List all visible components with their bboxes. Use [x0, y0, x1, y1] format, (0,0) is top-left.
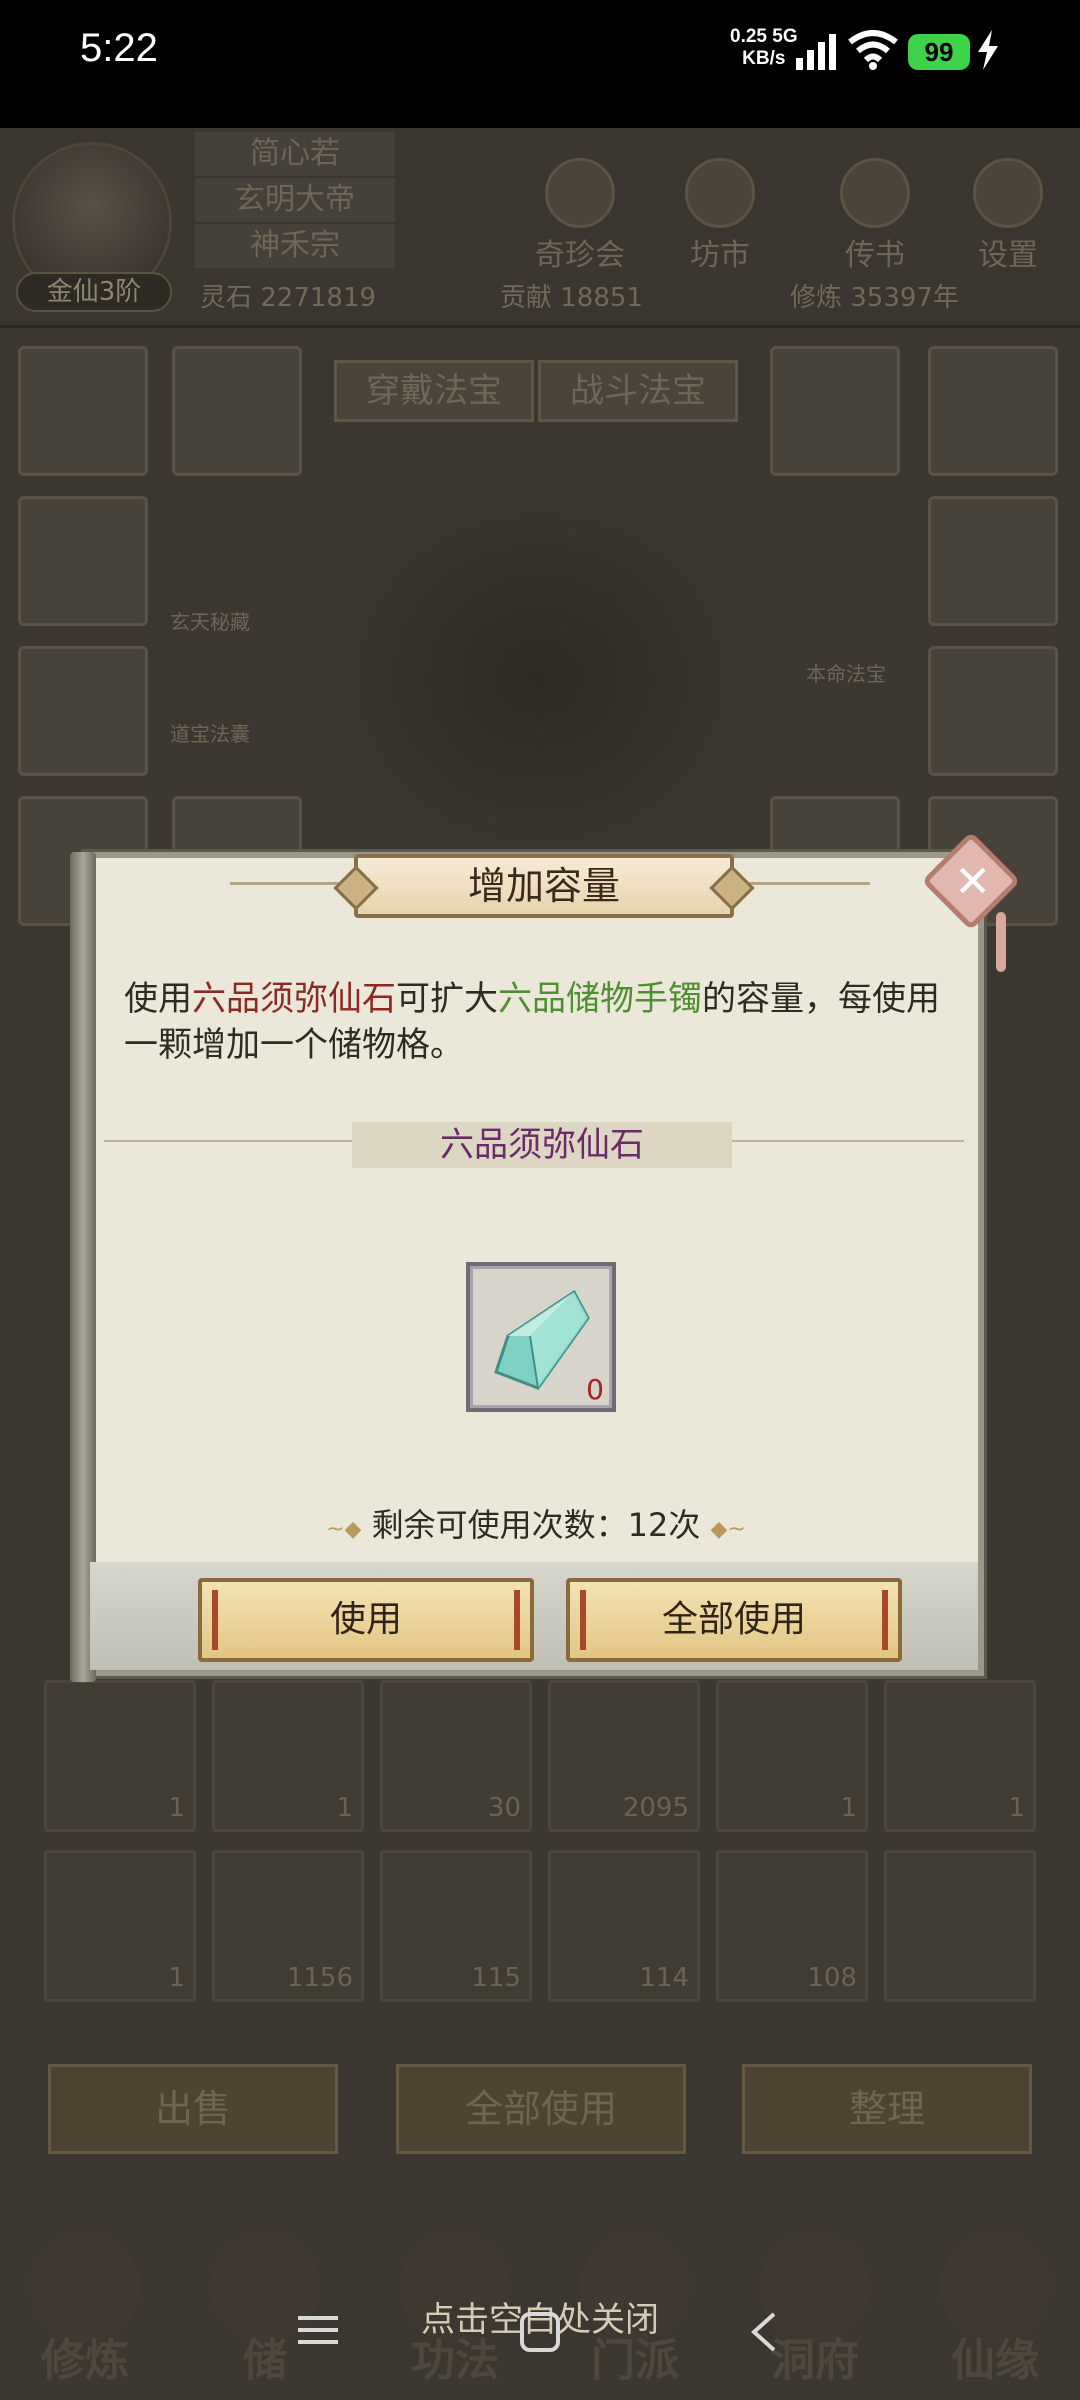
inventory-cell[interactable]: 2095 — [548, 1680, 700, 1832]
side-label-life-treasure[interactable]: 本命法宝 — [806, 658, 886, 687]
tab-battle-treasure[interactable]: 战斗法宝 — [538, 360, 738, 422]
inventory-cell[interactable]: 1 — [716, 1680, 868, 1832]
use-button[interactable]: 使用 — [198, 1578, 534, 1662]
equip-slot[interactable] — [928, 646, 1058, 776]
inventory-cell[interactable]: 114 — [548, 1850, 700, 2002]
item-name-highlight: 六品须弥仙石 — [192, 979, 396, 1019]
top-menu-settings[interactable]: 设置 — [948, 158, 1068, 278]
charging-icon — [978, 30, 998, 70]
menu-nav-icon[interactable] — [296, 2310, 340, 2350]
increase-capacity-dialog: 增加容量 ✕ 使用六品须弥仙石可扩大六品储物手镯的容量，每使用一颗增加一个储物格… — [70, 831, 1021, 1682]
item-count: 0 — [586, 1373, 604, 1406]
close-icon: ✕ — [954, 856, 992, 908]
contribution-count: 贡献 18851 — [500, 283, 643, 313]
inventory-cell[interactable]: 1 — [884, 1680, 1036, 1832]
inventory-cell[interactable]: 1 — [44, 1680, 196, 1832]
sort-button[interactable]: 整理 — [742, 2064, 1032, 2154]
net-speed-unit: KB/s — [742, 48, 786, 69]
network-speed: 0.25 5G KB/s — [730, 26, 798, 70]
player-name: 简心若 — [195, 132, 395, 176]
side-label-secret-vault[interactable]: 玄天秘藏 — [170, 606, 250, 635]
remaining-uses: ~◆ 剩余可使用次数：12次 ◆~ — [70, 1500, 1002, 1546]
player-names: 简心若 玄明大帝 神禾宗 — [195, 132, 395, 270]
dialog-scroll-spine — [70, 852, 96, 1682]
sell-button[interactable]: 出售 — [48, 2064, 338, 2154]
spirit-stone-count: 灵石 2271819 — [200, 283, 377, 313]
use-all-button[interactable]: 全部使用 — [566, 1578, 902, 1662]
item-slot[interactable]: 0 — [466, 1262, 616, 1412]
inventory-cell[interactable]: 1 — [212, 1680, 364, 1832]
right-ornament: ◆~ — [710, 1517, 746, 1542]
pavilion-icon — [545, 158, 615, 228]
inventory-cell[interactable]: 1156 — [212, 1850, 364, 2002]
equip-slot[interactable] — [928, 496, 1058, 626]
wifi-icon — [848, 30, 898, 70]
inventory-cell[interactable]: 108 — [716, 1850, 868, 2002]
dialog-title: 增加容量 — [354, 854, 734, 918]
use-all-inventory-button[interactable]: 全部使用 — [396, 2064, 686, 2154]
inventory-cell[interactable]: 115 — [380, 1850, 532, 2002]
player-title: 玄明大帝 — [195, 178, 395, 222]
inventory-cell[interactable]: 30 — [380, 1680, 532, 1832]
inventory-cell[interactable]: 1 — [44, 1850, 196, 2002]
top-menu-market[interactable]: 坊市 — [660, 158, 780, 278]
side-label-treasure-bag[interactable]: 道宝法囊 — [170, 718, 250, 747]
equip-slot[interactable] — [18, 496, 148, 626]
signal-icon — [796, 34, 836, 70]
inventory-cell[interactable] — [884, 1850, 1036, 2002]
player-header: 金仙3阶 简心若 玄明大帝 神禾宗 奇珍会 坊市 传书 设置 灵石 227181… — [0, 128, 1080, 328]
status-bar: 5:22 0.25 5G KB/s 99 — [0, 0, 1080, 128]
equip-slot[interactable] — [18, 646, 148, 776]
cultivation-years: 修炼 35397年 — [790, 283, 959, 313]
item-section-label: 六品须弥仙石 — [352, 1122, 732, 1168]
target-name-highlight: 六品储物手镯 — [498, 979, 702, 1019]
left-ornament: ~◆ — [326, 1517, 362, 1542]
net-speed-value: 0.25 — [730, 26, 767, 47]
equip-slot[interactable] — [18, 346, 148, 476]
tab-worn-treasure[interactable]: 穿戴法宝 — [334, 360, 534, 422]
top-menu-messages[interactable]: 传书 — [815, 158, 935, 278]
tassel-decoration — [996, 912, 1006, 972]
player-rank: 金仙3阶 — [16, 272, 172, 312]
net-type: 5G — [772, 26, 798, 47]
dialog-description: 使用六品须弥仙石可扩大六品储物手镯的容量，每使用一颗增加一个储物格。 — [124, 979, 940, 1065]
status-time: 5:22 — [80, 26, 158, 70]
shop-icon — [685, 158, 755, 228]
equip-slot[interactable] — [928, 346, 1058, 476]
equip-slot[interactable] — [770, 346, 900, 476]
home-nav-icon[interactable] — [518, 2310, 562, 2354]
equip-slot[interactable] — [172, 346, 302, 476]
remaining-uses-text: 剩余可使用次数：12次 — [371, 1506, 701, 1544]
bee-icon — [840, 158, 910, 228]
back-nav-icon[interactable] — [748, 2310, 778, 2354]
gear-icon — [973, 158, 1043, 228]
top-menu-treasure-auction[interactable]: 奇珍会 — [520, 158, 640, 278]
player-sect: 神禾宗 — [195, 224, 395, 268]
character-silhouette — [330, 488, 750, 868]
battery-icon: 99 — [908, 34, 970, 70]
